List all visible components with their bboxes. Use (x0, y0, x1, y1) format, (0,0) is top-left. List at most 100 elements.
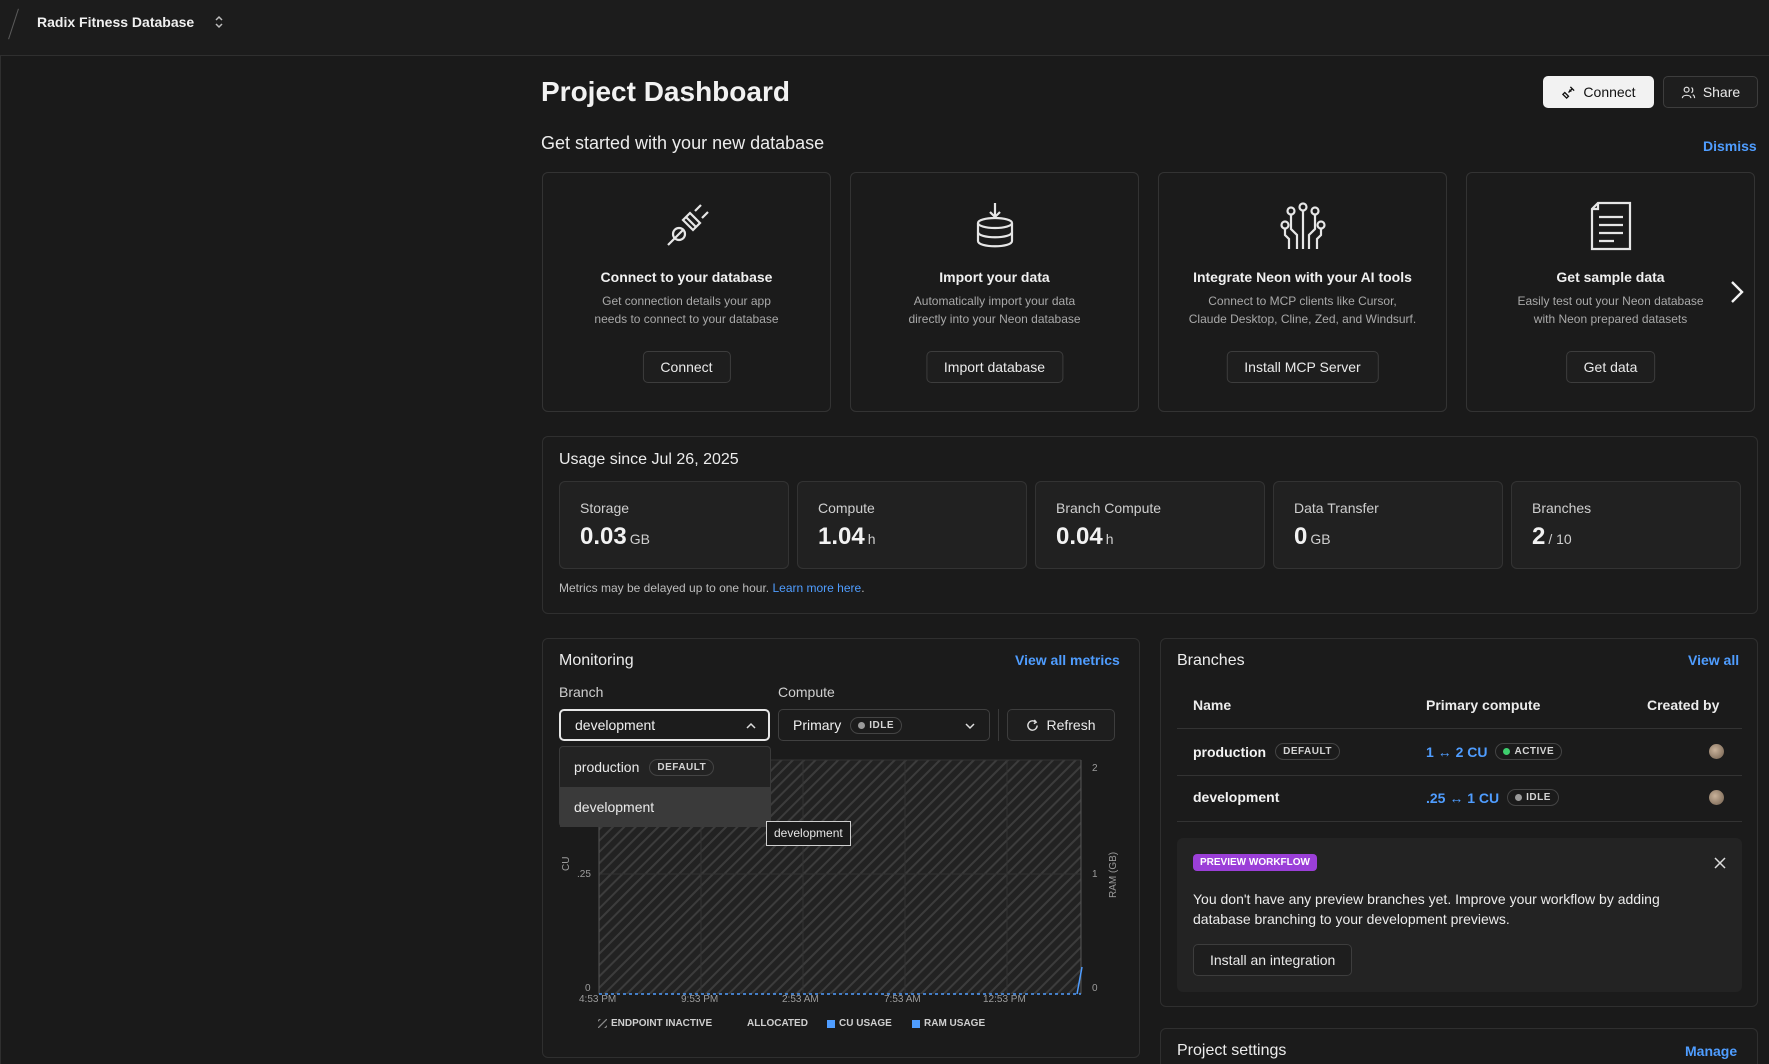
branch-label: Branch (559, 684, 604, 700)
carousel-next-icon[interactable] (1728, 278, 1746, 306)
tooltip: development (766, 821, 851, 846)
sidebar-edge (0, 56, 1, 1064)
metric-compute: Compute 1.04 h (797, 481, 1027, 569)
chevron-up-icon (746, 722, 756, 729)
compute-label: Compute (778, 684, 835, 700)
legend-cu-usage: CU USAGE (827, 1018, 892, 1029)
dropdown-option-development[interactable]: development (560, 787, 770, 827)
card-description: Easily test out your Neon database with N… (1517, 294, 1704, 326)
legend-endpoint-inactive: ENDPOINT INACTIVE (598, 1018, 712, 1029)
install-mcp-server-button[interactable]: Install MCP Server (1226, 351, 1379, 383)
view-all-metrics-link[interactable]: View all metrics (1015, 652, 1120, 668)
branch-select[interactable]: development (559, 709, 770, 741)
preview-workflow-badge: PREVIEW WORKFLOW (1193, 854, 1317, 871)
table-row-development[interactable]: development (1193, 789, 1279, 805)
y-axis-label: CU (561, 856, 572, 871)
y-axis-tick: .25 (577, 869, 591, 880)
project-name[interactable]: Radix Fitness Database (37, 14, 194, 30)
toolbar-divider (998, 709, 999, 741)
get-started-card-connect: Connect to your database Get connection … (542, 172, 831, 412)
card-title: Connect to your database (600, 269, 773, 285)
get-started-card-import: Import your data Automatically import yo… (850, 172, 1139, 412)
database-import-icon (976, 203, 1014, 248)
x-axis-tick: 9:53 PM (681, 994, 719, 1005)
circuit-ai-icon (1280, 202, 1326, 249)
card-title: Get sample data (1556, 269, 1665, 285)
compute-range-development[interactable]: .25 ↔ 1 CU IDLE (1426, 789, 1559, 806)
default-badge: DEFAULT (649, 758, 715, 776)
compute-select-value: Primary (793, 717, 842, 733)
branches-title: Branches (1177, 652, 1245, 669)
plug-icon (1562, 85, 1576, 99)
table-divider (1177, 821, 1742, 822)
share-button-label: Share (1702, 84, 1741, 100)
x-axis-tick: 12:53 PM (983, 994, 1026, 1005)
y2-axis-tick: 2 (1092, 763, 1098, 774)
branch-select-value: development (575, 717, 656, 733)
legend-allocated: ALLOCATED (734, 1018, 808, 1029)
table-divider (1177, 728, 1742, 729)
status-badge: IDLE (850, 716, 903, 734)
refresh-button-label: Refresh (1046, 717, 1096, 733)
y2-axis-tick: 1 (1092, 869, 1098, 880)
manage-link[interactable]: Manage (1685, 1043, 1737, 1059)
refresh-icon (1027, 718, 1039, 731)
legend-ram-usage: RAM USAGE (912, 1018, 985, 1029)
table-divider (1177, 775, 1742, 776)
top-bar: Radix Fitness Database (0, 0, 1769, 56)
avatar[interactable] (1709, 744, 1724, 759)
refresh-button[interactable]: Refresh (1007, 709, 1115, 741)
card-description: Connect to MCP clients like Cursor, Claud… (1188, 294, 1417, 326)
chevron-down-icon (965, 723, 975, 730)
view-all-branches-link[interactable]: View all (1688, 652, 1739, 668)
dismiss-link[interactable]: Dismiss (1703, 138, 1757, 154)
metric-storage: Storage 0.03 GB (559, 481, 789, 569)
learn-more-link[interactable]: Learn more here (772, 581, 861, 595)
card-title: Integrate Neon with your AI tools (1193, 269, 1412, 285)
compute-select[interactable]: Primary IDLE (778, 709, 990, 741)
document-icon (1590, 201, 1632, 251)
card-connect-button[interactable]: Connect (642, 351, 731, 383)
chevron-up-down-icon[interactable] (212, 14, 226, 30)
table-row-production[interactable]: production DEFAULT (1193, 743, 1340, 760)
import-database-button[interactable]: Import database (925, 351, 1064, 383)
preview-workflow-text: You don't have any preview branches yet.… (1193, 891, 1660, 927)
x-axis-tick: 7:53 AM (884, 994, 921, 1005)
install-integration-button[interactable]: Install an integration (1193, 944, 1353, 976)
x-axis-tick: 2:53 AM (782, 994, 819, 1005)
dropdown-option-production[interactable]: production DEFAULT (560, 747, 770, 787)
usage-title: Usage since Jul 26, 2025 (559, 451, 739, 468)
column-header-created-by[interactable]: Created by (1647, 697, 1719, 713)
column-header-primary-compute[interactable]: Primary compute (1426, 697, 1540, 713)
usage-note: Metrics may be delayed up to one hour. L… (559, 581, 865, 595)
status-badge: ACTIVE (1495, 743, 1563, 760)
card-description: Automatically import your data directly i… (908, 294, 1081, 326)
branch-dropdown: production DEFAULT development (559, 746, 771, 827)
plug-icon (667, 204, 709, 246)
breadcrumb-separator (8, 8, 19, 40)
share-button[interactable]: Share (1663, 76, 1758, 108)
y2-axis-label: RAM (GB) (1108, 851, 1119, 898)
monitoring-title: Monitoring (559, 652, 634, 669)
metric-branch-compute: Branch Compute 0.04 h (1035, 481, 1265, 569)
get-started-title: Get started with your new database (541, 133, 825, 153)
preview-workflow-callout: PREVIEW WORKFLOW You don't have any prev… (1177, 838, 1742, 992)
connect-button-label: Connect (1583, 84, 1636, 100)
project-settings-panel: Project settings (1160, 1028, 1758, 1064)
column-header-name[interactable]: Name (1193, 697, 1231, 713)
close-icon[interactable] (1714, 857, 1726, 869)
y-axis-tick: 0 (585, 983, 591, 994)
metric-data-transfer: Data Transfer 0 GB (1273, 481, 1503, 569)
hatch-swatch-icon (598, 1019, 607, 1028)
get-data-button[interactable]: Get data (1565, 351, 1656, 383)
connect-button[interactable]: Connect (1543, 76, 1654, 108)
default-badge: DEFAULT (1275, 743, 1340, 760)
page-title: Project Dashboard (541, 76, 790, 107)
project-settings-title: Project settings (1177, 1042, 1287, 1059)
card-title: Import your data (939, 269, 1050, 285)
get-started-card-sample: Get sample data Easily test out your Neo… (1466, 172, 1755, 412)
avatar[interactable] (1709, 790, 1724, 805)
x-axis-tick: 4:53 PM (579, 994, 617, 1005)
users-icon (1681, 86, 1696, 98)
compute-range-production[interactable]: 1 ↔ 2 CU ACTIVE (1426, 743, 1563, 760)
